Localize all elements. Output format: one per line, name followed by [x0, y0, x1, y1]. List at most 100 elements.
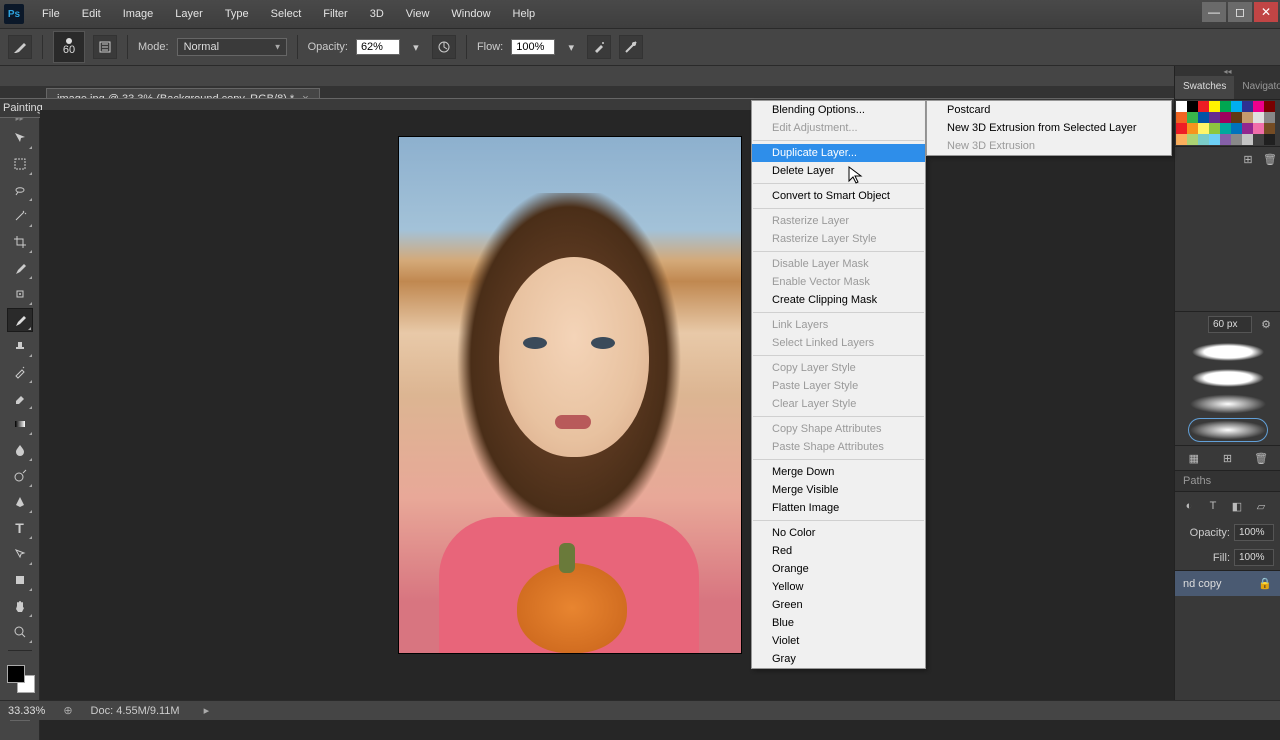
- swatch[interactable]: [1220, 112, 1231, 123]
- menu-item[interactable]: Merge Visible: [752, 481, 925, 499]
- menu-item[interactable]: Blue: [752, 614, 925, 632]
- menu-item[interactable]: Yellow: [752, 578, 925, 596]
- pressure-opacity-icon[interactable]: [432, 35, 456, 59]
- history-brush-tool[interactable]: [7, 360, 33, 384]
- maximize-button[interactable]: ◻: [1228, 2, 1252, 22]
- swatch[interactable]: [1264, 112, 1275, 123]
- swatch[interactable]: [1242, 112, 1253, 123]
- filter-icon[interactable]: ◐: [1181, 498, 1197, 514]
- airbrush-icon[interactable]: [587, 35, 611, 59]
- swatch[interactable]: [1231, 123, 1242, 134]
- wand-tool[interactable]: [7, 204, 33, 228]
- opacity-dropdown-icon[interactable]: ▾: [408, 35, 424, 59]
- menu-image[interactable]: Image: [113, 4, 164, 24]
- menu-item[interactable]: No Color: [752, 524, 925, 542]
- menu-item[interactable]: Violet: [752, 632, 925, 650]
- menu-select[interactable]: Select: [261, 4, 312, 24]
- close-button[interactable]: ✕: [1254, 2, 1278, 22]
- swatch[interactable]: [1209, 101, 1220, 112]
- menu-item[interactable]: Blending Options...: [752, 101, 925, 119]
- type-tool[interactable]: T: [7, 516, 33, 540]
- menu-item[interactable]: New 3D Extrusion from Selected Layer: [927, 119, 1171, 137]
- text-filter-icon[interactable]: T: [1205, 498, 1221, 514]
- shape-filter-icon[interactable]: ▱: [1253, 498, 1269, 514]
- swatches-grid[interactable]: [1175, 100, 1280, 146]
- pen-tool[interactable]: [7, 490, 33, 514]
- menu-window[interactable]: Window: [441, 4, 500, 24]
- swatch[interactable]: [1198, 112, 1209, 123]
- swatch[interactable]: [1187, 134, 1198, 145]
- menu-layer[interactable]: Layer: [165, 4, 213, 24]
- trash-icon[interactable]: 🗑: [1253, 450, 1269, 466]
- adjust-filter-icon[interactable]: ◧: [1229, 498, 1245, 514]
- color-swatches[interactable]: [5, 663, 35, 693]
- swatch[interactable]: [1187, 112, 1198, 123]
- canvas-area[interactable]: [40, 110, 1280, 740]
- flow-dropdown-icon[interactable]: ▾: [563, 35, 579, 59]
- healing-tool[interactable]: [7, 282, 33, 306]
- trash-icon[interactable]: 🗑: [1262, 151, 1278, 167]
- menu-file[interactable]: File: [32, 4, 70, 24]
- menu-item[interactable]: Gray: [752, 650, 925, 668]
- layer-fill-input[interactable]: [1234, 549, 1274, 566]
- swatch[interactable]: [1220, 123, 1231, 134]
- brush-preset-selected[interactable]: [1189, 419, 1267, 441]
- zoom-tool[interactable]: [7, 620, 33, 644]
- new-swatch-icon[interactable]: ⊞: [1240, 151, 1256, 167]
- collapse-panels-icon[interactable]: ◂◂: [1175, 66, 1280, 76]
- panel-icon[interactable]: ▦: [1186, 450, 1202, 466]
- move-tool[interactable]: [7, 126, 33, 150]
- menu-item[interactable]: Delete Layer: [752, 162, 925, 180]
- foreground-color-swatch[interactable]: [7, 665, 25, 683]
- eyedropper-tool[interactable]: [7, 256, 33, 280]
- swatch[interactable]: [1253, 101, 1264, 112]
- brush-preset[interactable]: [1189, 367, 1267, 389]
- swatch[interactable]: [1231, 134, 1242, 145]
- swatch[interactable]: [1264, 123, 1275, 134]
- swatch[interactable]: [1198, 123, 1209, 134]
- flow-input[interactable]: [511, 39, 555, 55]
- swatch[interactable]: [1242, 101, 1253, 112]
- stamp-tool[interactable]: [7, 334, 33, 358]
- swatch[interactable]: [1187, 101, 1198, 112]
- zoom-value[interactable]: 33.33%: [8, 705, 45, 717]
- brush-preset[interactable]: [1189, 341, 1267, 363]
- brush-tool-icon[interactable]: [8, 35, 32, 59]
- swatch[interactable]: [1220, 101, 1231, 112]
- new-icon[interactable]: ⊞: [1219, 450, 1235, 466]
- swatch[interactable]: [1176, 134, 1187, 145]
- path-select-tool[interactable]: [7, 542, 33, 566]
- hand-tool[interactable]: [7, 594, 33, 618]
- opacity-input[interactable]: [356, 39, 400, 55]
- swatch[interactable]: [1209, 123, 1220, 134]
- swatch[interactable]: [1220, 134, 1231, 145]
- brush-tool[interactable]: [7, 308, 33, 332]
- swatch[interactable]: [1264, 134, 1275, 145]
- menu-item[interactable]: Merge Down: [752, 463, 925, 481]
- swatch[interactable]: [1242, 134, 1253, 145]
- swatch[interactable]: [1198, 101, 1209, 112]
- swatch[interactable]: [1209, 134, 1220, 145]
- swatch[interactable]: [1231, 101, 1242, 112]
- swatch[interactable]: [1176, 101, 1187, 112]
- brush-settings-icon[interactable]: ⚙: [1258, 317, 1274, 333]
- menu-help[interactable]: Help: [503, 4, 546, 24]
- eraser-tool[interactable]: [7, 386, 33, 410]
- menu-edit[interactable]: Edit: [72, 4, 111, 24]
- brush-preset-picker[interactable]: 60: [53, 31, 85, 63]
- gradient-tool[interactable]: [7, 412, 33, 436]
- swatch[interactable]: [1176, 123, 1187, 134]
- menu-item[interactable]: Duplicate Layer...: [752, 144, 925, 162]
- brush-preset[interactable]: [1189, 393, 1267, 415]
- swatch[interactable]: [1264, 101, 1275, 112]
- swatch[interactable]: [1209, 112, 1220, 123]
- brush-size-input[interactable]: [1208, 316, 1252, 333]
- menu-view[interactable]: View: [396, 4, 440, 24]
- menu-filter[interactable]: Filter: [313, 4, 357, 24]
- marquee-tool[interactable]: [7, 152, 33, 176]
- menu-type[interactable]: Type: [215, 4, 259, 24]
- brush-panel-toggle-icon[interactable]: [93, 35, 117, 59]
- crop-tool[interactable]: [7, 230, 33, 254]
- menu-item[interactable]: Postcard: [927, 101, 1171, 119]
- menu-item[interactable]: Orange: [752, 560, 925, 578]
